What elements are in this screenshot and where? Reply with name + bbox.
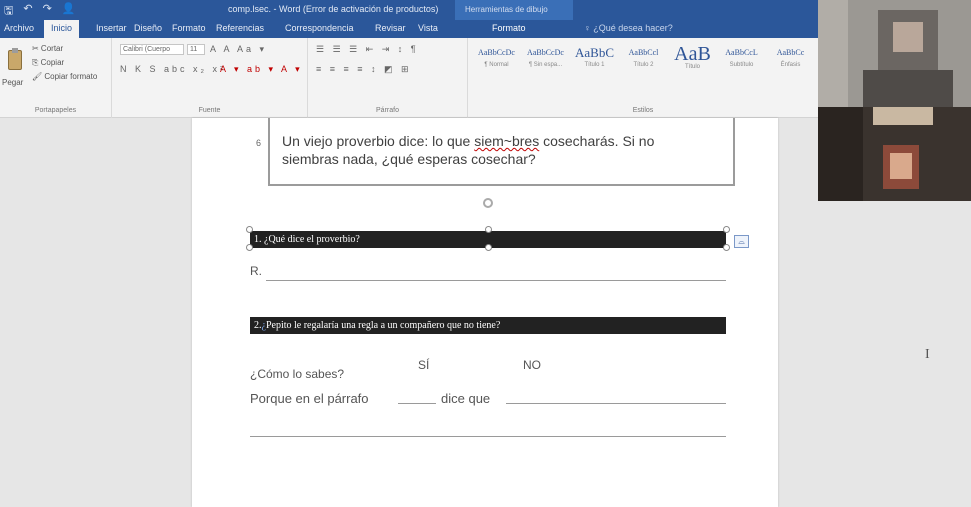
font-size-combo[interactable]: 11 (187, 44, 205, 55)
proverb-paragraph: Un viejo proverbio dice: lo que siem~bre… (282, 133, 655, 167)
selection-handle[interactable] (485, 226, 492, 233)
selection-handle[interactable] (485, 244, 492, 251)
question-2-bar: 2.¿Pepito le regalaría una regla a un co… (250, 317, 726, 334)
tab-formato[interactable]: Formato (172, 23, 206, 33)
tab-diseno[interactable]: Diseño (134, 23, 162, 33)
layout-options-icon[interactable]: ⌓ (734, 235, 749, 248)
answer-label: R. (250, 264, 262, 278)
format-painter-button[interactable]: 🖌 Copiar formato (32, 72, 97, 81)
style-subtitle[interactable]: AaBbCcL Subtítulo (717, 44, 766, 76)
paragraph-group: ☰ ☰ ☰ ⇤ ⇥ ↕ ¶ ≡ ≡ ≡ ≡ ↕ ◩ ⊞ Párrafo (308, 38, 468, 118)
rotate-handle[interactable] (483, 198, 493, 208)
answer-line (266, 280, 726, 281)
selection-handle[interactable] (246, 244, 253, 251)
tab-revisar[interactable]: Revisar (375, 23, 406, 33)
tab-inicio[interactable]: Inicio (44, 20, 80, 38)
redo-icon[interactable]: ↷ (43, 2, 52, 21)
item-number: 6 (256, 138, 262, 148)
font-group: Calibri (Cuerpo 11 A A Aa ▾ N K S abc x₂… (112, 38, 308, 118)
because-mid: dice que (441, 391, 491, 406)
answer-line-2 (250, 436, 726, 437)
cut-button[interactable]: ✂ Cortar (32, 44, 63, 53)
list-indent-tools[interactable]: ☰ ☰ ☰ ⇤ ⇥ ↕ ¶ (316, 44, 419, 55)
clipboard-group-label: Portapapeles (34, 107, 77, 114)
alignment-tools[interactable]: ≡ ≡ ≡ ≡ ↕ ◩ ⊞ (316, 64, 412, 75)
styles-group-label: Estilos (632, 107, 654, 114)
user-icon[interactable]: 👤 (62, 2, 76, 21)
drawing-tools-label: Herramientas de dibujo (465, 5, 548, 14)
font-color-tools[interactable]: A ▾ ab ▾ A ▾ (220, 64, 303, 75)
style-heading-1[interactable]: AaBbC Título 1 (570, 44, 619, 76)
tab-correspondencia[interactable]: Correspondencia (285, 23, 354, 33)
style-normal[interactable]: AaBbCcDc ¶ Normal (472, 44, 521, 76)
no-option: NO (523, 358, 541, 372)
style-title[interactable]: AaB Título (668, 44, 717, 76)
font-style-tools[interactable]: N K S abc x₂ x² (120, 64, 226, 74)
answer-blank (506, 403, 726, 404)
paste-icon[interactable] (8, 48, 22, 70)
how-know-label: ¿Cómo lo sabes? (250, 367, 345, 381)
paragraph-blank (398, 403, 436, 404)
clipboard-group: Pegar ✂ Cortar ⎘ Copiar 🖌 Copiar formato… (0, 38, 112, 118)
font-family-combo[interactable]: Calibri (Cuerpo (120, 44, 184, 55)
because-prefix: Porque en el párrafo (250, 391, 369, 406)
word-window: 🖫 ↶ ↷ 👤 comp.lsec. - Word (Error de acti… (0, 0, 971, 507)
drawing-tools-context: Herramientas de dibujo (455, 0, 573, 20)
document-page[interactable]: 6 Un viejo proverbio dice: lo que siem~b… (192, 118, 778, 507)
font-size-tools[interactable]: A A Aa ▾ (210, 44, 267, 55)
question-1-text: 1. ¿Qué dice el proverbio? (254, 234, 360, 245)
tab-vista[interactable]: Vista (418, 23, 438, 33)
style-emphasis[interactable]: AaBbCc Énfasis (766, 44, 815, 76)
document-title: comp.lsec. - Word (Error de activación d… (228, 4, 439, 14)
selection-handle[interactable] (246, 226, 253, 233)
webcam-tile-2 (818, 107, 971, 201)
spelling-error[interactable]: siem~bres (474, 133, 539, 149)
paste-button[interactable]: Pegar (2, 78, 23, 87)
quick-access-toolbar: 🖫 ↶ ↷ 👤 (4, 2, 76, 21)
tab-referencias[interactable]: Referencias (216, 23, 264, 33)
ibeam-cursor-icon: I (925, 347, 930, 362)
tell-me-search[interactable]: ♀ ¿Qué desea hacer? (584, 23, 673, 33)
tab-drawing-format[interactable]: Formato (492, 23, 526, 33)
webcam-tile-1 (818, 0, 971, 107)
tab-insertar[interactable]: Insertar (96, 23, 127, 33)
selection-handle[interactable] (723, 244, 730, 251)
style-no-spacing[interactable]: AaBbCcDc ¶ Sin espa... (521, 44, 570, 76)
tab-archivo[interactable]: Archivo (4, 23, 34, 33)
yes-option: SÍ (418, 358, 430, 372)
proverb-text-box[interactable]: 6 Un viejo proverbio dice: lo que siem~b… (256, 118, 735, 186)
save-icon[interactable]: 🖫 (4, 2, 13, 21)
question-2-text: Pepito le regalaría una regla a un compa… (265, 320, 501, 331)
undo-icon[interactable]: ↶ (23, 2, 32, 21)
copy-button[interactable]: ⎘ Copiar (32, 58, 64, 68)
font-group-label: Fuente (198, 107, 221, 114)
selection-handle[interactable] (723, 226, 730, 233)
paragraph-group-label: Párrafo (376, 107, 399, 114)
style-heading-2[interactable]: AaBbCcl Título 2 (619, 44, 668, 76)
styles-group: AaBbCcDc ¶ Normal AaBbCcDc ¶ Sin espa... A… (468, 38, 818, 118)
